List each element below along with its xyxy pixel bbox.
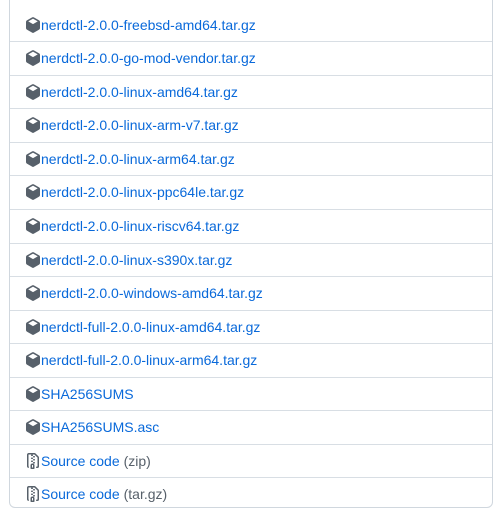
package-icon: [25, 184, 41, 200]
asset-row: nerdctl-2.0.0-linux-arm-v7.tar.gz: [10, 108, 492, 141]
asset-row: nerdctl-2.0.0-linux-arm64.tar.gz: [10, 142, 492, 175]
package-icon: [25, 386, 41, 402]
asset-row: nerdctl-2.0.0-linux-ppc64le.tar.gz: [10, 175, 492, 208]
source-code-targz-link[interactable]: Source code: [41, 486, 120, 502]
asset-link[interactable]: nerdctl-2.0.0-linux-ppc64le.tar.gz: [41, 184, 244, 200]
package-icon: [25, 50, 41, 66]
asset-link[interactable]: SHA256SUMS: [41, 386, 134, 402]
package-icon: [25, 117, 41, 133]
package-icon: [25, 84, 41, 100]
asset-row: SHA256SUMS.asc: [10, 410, 492, 443]
asset-row: SHA256SUMS: [10, 377, 492, 410]
asset-row: nerdctl-full-2.0.0-linux-arm64.tar.gz: [10, 343, 492, 376]
package-icon: [25, 319, 41, 335]
asset-row: nerdctl-2.0.0-go-mod-vendor.tar.gz: [10, 41, 492, 74]
file-zip-icon: [25, 453, 41, 469]
source-code-format: (tar.gz): [123, 486, 168, 502]
asset-link[interactable]: nerdctl-2.0.0-linux-amd64.tar.gz: [41, 84, 238, 100]
asset-link[interactable]: SHA256SUMS.asc: [41, 419, 159, 435]
asset-link[interactable]: nerdctl-2.0.0-linux-s390x.tar.gz: [41, 252, 232, 268]
asset-link[interactable]: nerdctl-2.0.0-windows-amd64.tar.gz: [41, 285, 263, 301]
asset-link[interactable]: nerdctl-2.0.0-linux-arm64.tar.gz: [41, 151, 235, 167]
asset-row: nerdctl-2.0.0-linux-riscv64.tar.gz: [10, 209, 492, 242]
asset-row: nerdctl-2.0.0-windows-amd64.tar.gz: [10, 276, 492, 309]
asset-row: Source code (zip): [10, 444, 492, 477]
asset-row: Source code (tar.gz): [10, 477, 492, 510]
asset-row: nerdctl-2.0.0-linux-amd64.tar.gz: [10, 75, 492, 108]
package-icon: [25, 352, 41, 368]
package-icon: [25, 285, 41, 301]
release-assets-list: nerdctl-2.0.0-freebsd-amd64.tar.gz nerdc…: [9, 0, 493, 508]
asset-link[interactable]: nerdctl-2.0.0-go-mod-vendor.tar.gz: [41, 50, 256, 66]
package-icon: [25, 218, 41, 234]
package-icon: [25, 16, 41, 33]
asset-link[interactable]: nerdctl-full-2.0.0-linux-amd64.tar.gz: [41, 319, 260, 335]
asset-link[interactable]: nerdctl-2.0.0-freebsd-amd64.tar.gz: [41, 17, 256, 33]
asset-row: nerdctl-full-2.0.0-linux-amd64.tar.gz: [10, 310, 492, 343]
source-code-zip-link[interactable]: Source code: [41, 453, 120, 469]
asset-link[interactable]: nerdctl-2.0.0-linux-arm-v7.tar.gz: [41, 117, 239, 133]
package-icon: [25, 419, 41, 435]
package-icon: [25, 151, 41, 167]
source-code-format: (zip): [123, 453, 151, 469]
asset-row: nerdctl-2.0.0-freebsd-amd64.tar.gz: [10, 8, 492, 41]
asset-link[interactable]: nerdctl-full-2.0.0-linux-arm64.tar.gz: [41, 352, 257, 368]
asset-row: nerdctl-2.0.0-linux-s390x.tar.gz: [10, 243, 492, 276]
asset-link[interactable]: nerdctl-2.0.0-linux-riscv64.tar.gz: [41, 218, 239, 234]
package-icon: [25, 252, 41, 268]
file-zip-icon: [25, 486, 41, 502]
